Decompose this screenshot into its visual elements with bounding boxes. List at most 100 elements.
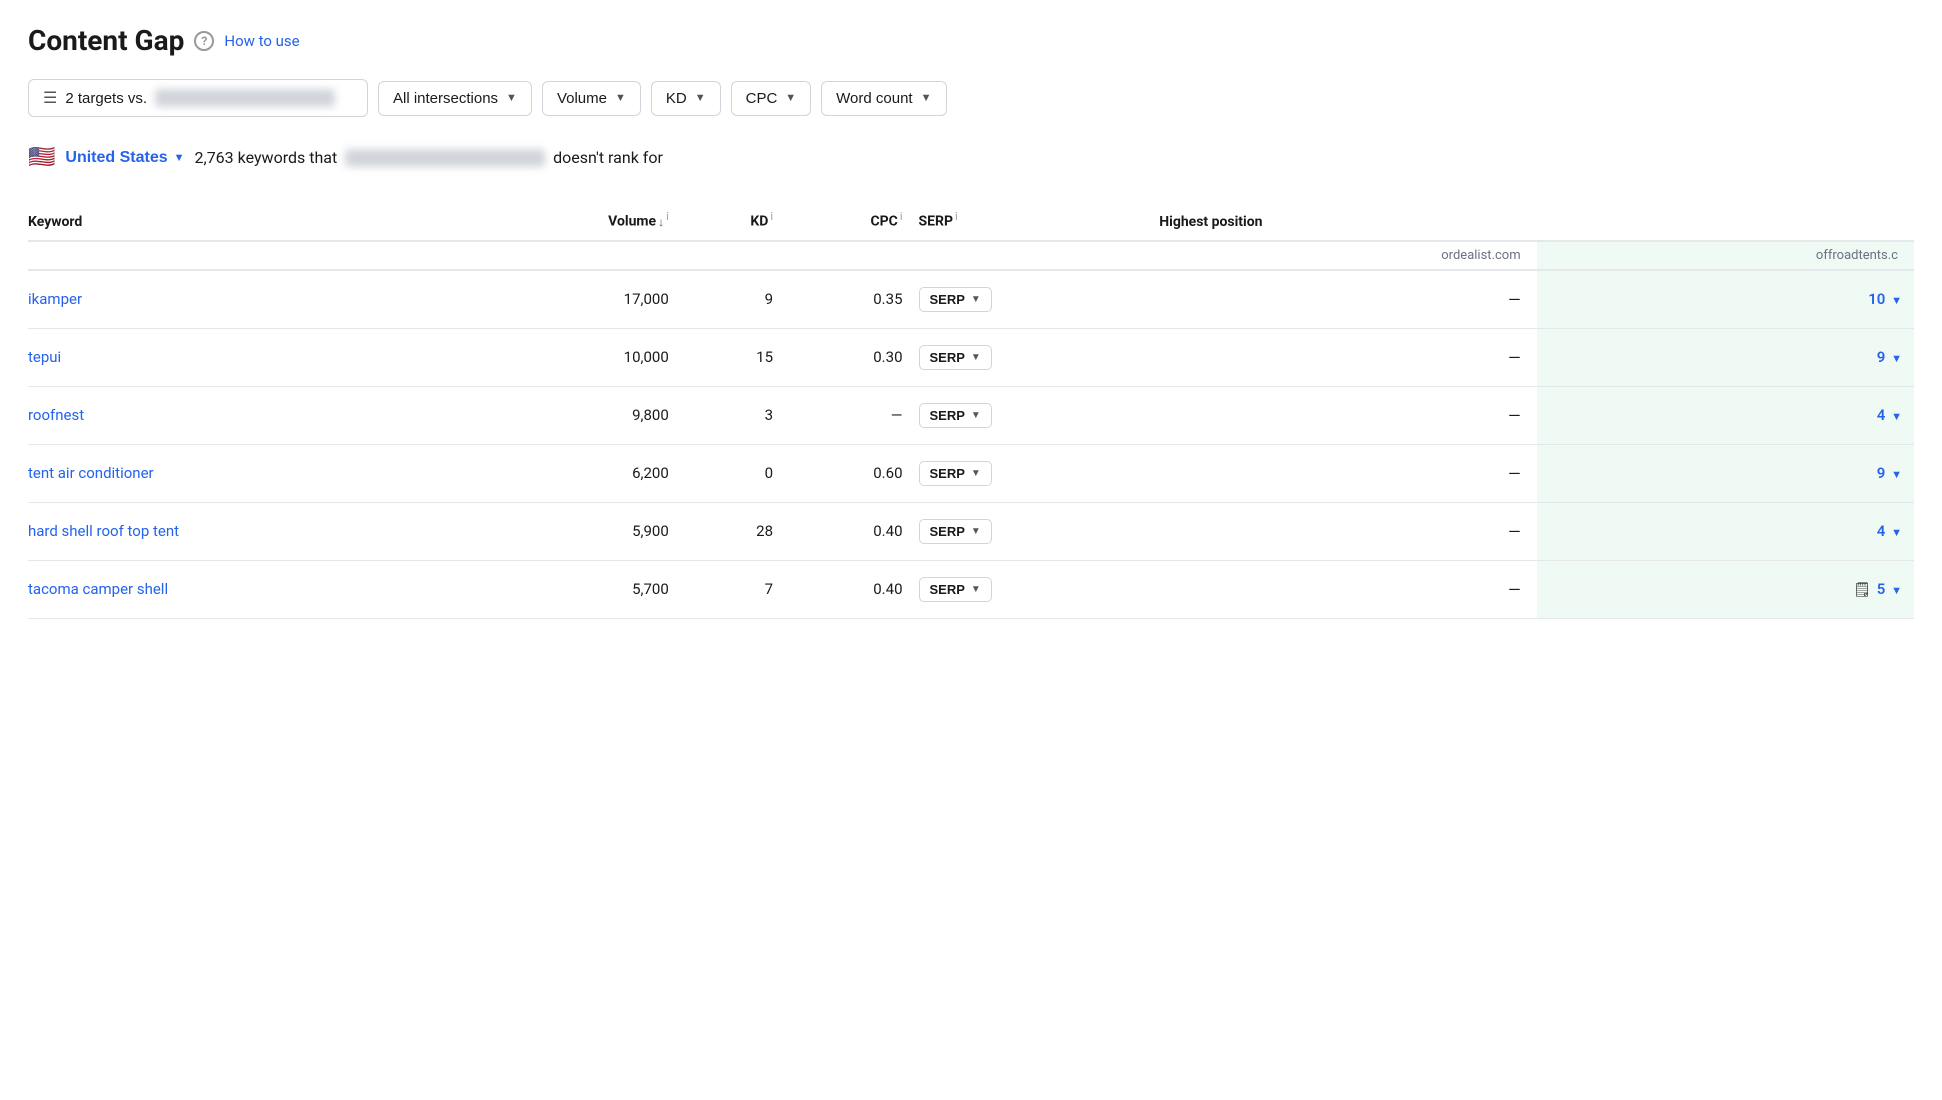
offroad-position-arrow-icon: ▼ (1891, 294, 1902, 307)
serp-button[interactable]: SERP ▼ (919, 287, 992, 312)
volume-info-icon[interactable]: i (666, 210, 669, 223)
how-to-use-link[interactable]: How to use (224, 32, 299, 50)
ordealist-dash: — (1508, 406, 1521, 425)
offroad-position-arrow-icon: ▼ (1891, 352, 1902, 365)
volume-cell: 5,900 (478, 502, 685, 560)
kd-cell: 3 (685, 386, 789, 444)
word-count-arrow-icon: ▼ (921, 92, 932, 104)
cpc-cell: 0.30 (789, 328, 918, 386)
keyword-cell: ikamper (28, 270, 478, 329)
cpc-arrow-icon: ▼ (785, 92, 796, 104)
volume-cell: 17,000 (478, 270, 685, 329)
table-row: hard shell roof top tent 5,900 28 0.40 S… (28, 502, 1914, 560)
offroad-position-value: 4 (1877, 522, 1886, 540)
serp-label: SERP (930, 408, 965, 423)
table-subheader-row: ordealist.com offroadtents.c (28, 241, 1914, 270)
offroad-position-cell: 4 ▼ (1537, 502, 1914, 560)
serp-dropdown-icon: ▼ (971, 584, 981, 595)
serp-label: SERP (930, 466, 965, 481)
ordealist-dash: — (1508, 522, 1521, 541)
ordealist-position-cell: — (1159, 328, 1536, 386)
col-serp: SERPi (919, 200, 1160, 241)
serp-button[interactable]: SERP ▼ (919, 345, 992, 370)
serp-dropdown-icon: ▼ (971, 468, 981, 479)
country-arrow-icon: ▼ (174, 152, 185, 164)
cpc-cell: 0.40 (789, 502, 918, 560)
filter-icon: ☰ (43, 88, 57, 108)
table-body: ikamper 17,000 9 0.35 SERP ▼ — 10 ▼ tepu… (28, 270, 1914, 619)
table-row: tent air conditioner 6,200 0 0.60 SERP ▼… (28, 444, 1914, 502)
cpc-info-icon[interactable]: i (900, 210, 903, 223)
serp-cell: SERP ▼ (919, 386, 1160, 444)
col-cpc: CPCi (789, 200, 918, 241)
serp-button[interactable]: SERP ▼ (919, 577, 992, 602)
ordealist-position-cell: — (1159, 560, 1536, 618)
keyword-link[interactable]: tacoma camper shell (28, 580, 168, 598)
country-selector[interactable]: United States ▼ (65, 149, 184, 167)
kd-cell: 9 (685, 270, 789, 329)
offroad-position-arrow-icon: ▼ (1891, 526, 1902, 539)
offroad-position-value: 9 (1877, 348, 1886, 366)
serp-button[interactable]: SERP ▼ (919, 519, 992, 544)
col-keyword: Keyword (28, 200, 478, 241)
keyword-link[interactable]: tepui (28, 348, 61, 366)
help-icon[interactable]: ? (194, 31, 214, 51)
volume-dropdown[interactable]: Volume ▼ (542, 81, 641, 116)
page-icon: 🗒 (1853, 582, 1871, 598)
intersections-dropdown[interactable]: All intersections ▼ (378, 81, 532, 116)
intersections-arrow-icon: ▼ (506, 92, 517, 104)
table-row: tacoma camper shell 5,700 7 0.40 SERP ▼ … (28, 560, 1914, 618)
ordealist-position-cell: — (1159, 386, 1536, 444)
domain-blurred (345, 149, 545, 167)
country-flag: 🇺🇸 (28, 145, 55, 170)
ordealist-dash: — (1508, 290, 1521, 309)
ordealist-position-cell: — (1159, 502, 1536, 560)
col-highest-position: Highest position (1159, 200, 1914, 241)
summary-prefix: 2,763 keywords that (195, 148, 338, 167)
serp-dropdown-icon: ▼ (971, 410, 981, 421)
subheader-offroad: offroadtents.c (1537, 241, 1914, 270)
kd-dropdown[interactable]: KD ▼ (651, 81, 721, 116)
volume-cell: 9,800 (478, 386, 685, 444)
keyword-link[interactable]: tent air conditioner (28, 464, 154, 482)
summary-suffix: doesn't rank for (553, 148, 663, 167)
word-count-dropdown[interactable]: Word count ▼ (821, 81, 946, 116)
keyword-link[interactable]: ikamper (28, 290, 82, 308)
serp-info-icon[interactable]: i (955, 210, 958, 223)
offroad-position-cell: 9 ▼ (1537, 328, 1914, 386)
keyword-link[interactable]: hard shell roof top tent (28, 522, 179, 540)
table-row: roofnest 9,800 3 — SERP ▼ — 4 ▼ (28, 386, 1914, 444)
targets-blurred-value (155, 89, 335, 107)
page-title: Content Gap (28, 24, 184, 57)
col-volume: Volume↓i (478, 200, 685, 241)
serp-label: SERP (930, 292, 965, 307)
offroad-position-value: 5 (1877, 580, 1886, 598)
keywords-table-container: Keyword Volume↓i KDi CPCi SERPi (28, 200, 1914, 619)
serp-dropdown-icon: ▼ (971, 294, 981, 305)
volume-cell: 10,000 (478, 328, 685, 386)
offroad-position-arrow-icon: ▼ (1891, 468, 1902, 481)
ordealist-dash: — (1508, 580, 1521, 599)
ordealist-position-cell: — (1159, 270, 1536, 329)
offroad-position-cell: 4 ▼ (1537, 386, 1914, 444)
offroad-position-cell: 🗒 5 ▼ (1537, 560, 1914, 618)
kd-label: KD (666, 90, 687, 107)
table-row: ikamper 17,000 9 0.35 SERP ▼ — 10 ▼ (28, 270, 1914, 329)
word-count-label: Word count (836, 90, 912, 107)
cpc-cell: 0.35 (789, 270, 918, 329)
serp-button[interactable]: SERP ▼ (919, 403, 992, 428)
serp-dropdown-icon: ▼ (971, 352, 981, 363)
keyword-cell: tent air conditioner (28, 444, 478, 502)
subheader-ordealist: ordealist.com (1159, 241, 1536, 270)
country-name: United States (65, 149, 167, 167)
keyword-cell: tepui (28, 328, 478, 386)
serp-button[interactable]: SERP ▼ (919, 461, 992, 486)
keyword-link[interactable]: roofnest (28, 406, 84, 424)
kd-info-icon[interactable]: i (770, 210, 773, 223)
ordealist-position-cell: — (1159, 444, 1536, 502)
cpc-cell: 0.40 (789, 560, 918, 618)
keyword-cell: roofnest (28, 386, 478, 444)
offroad-position-cell: 9 ▼ (1537, 444, 1914, 502)
targets-input-button[interactable]: ☰ 2 targets vs. (28, 79, 368, 117)
cpc-dropdown[interactable]: CPC ▼ (731, 81, 812, 116)
